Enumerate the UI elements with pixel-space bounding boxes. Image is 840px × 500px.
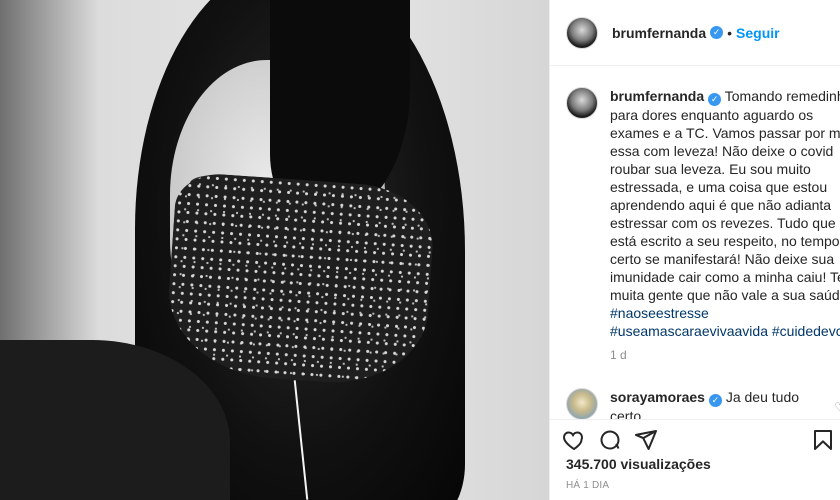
caption-line: essa com leveza! Não deixe o covid (610, 143, 834, 159)
verified-badge-icon: ✓ (710, 26, 724, 39)
post-header: brumfernanda ✓ • Seguir (550, 0, 840, 66)
caption-author-avatar[interactable] (566, 87, 598, 119)
action-bar (550, 419, 840, 459)
hashtag-link[interactable]: #naoseestresse (610, 305, 709, 321)
comment-text: sorayamoraes ✓ Ja deu tudo certo (610, 388, 810, 419)
author-username[interactable]: brumfernanda (612, 25, 706, 41)
comment-like-heart-icon[interactable]: ♡ (834, 400, 840, 414)
caption-line: roubar sua leveza. Eu sou muito (610, 161, 811, 177)
caption-text: brumfernanda ✓ Tomando remedinhos para do… (610, 87, 840, 340)
views-count[interactable]: 345.700 visualizações (566, 456, 711, 472)
caption-line: muita gente que não vale a sua saúde. (610, 287, 840, 303)
caption-line: está escrito a seu respeito, no tempo (610, 233, 840, 249)
hashtag-link[interactable]: #useamascaraevivaavida (610, 323, 768, 339)
caption-line: estressar com os revezes. Tudo que (610, 215, 836, 231)
caption-author-username[interactable]: brumfernanda (610, 88, 704, 104)
caption-line: estressada, e uma coisa que estou (610, 179, 828, 195)
verified-badge-icon: ✓ (708, 93, 722, 106)
commenter-username[interactable]: sorayamoraes (610, 389, 705, 405)
separator-dot: • (727, 24, 733, 41)
author-avatar[interactable] (566, 16, 598, 49)
comment-line: certo (610, 408, 642, 419)
comment-icon[interactable] (598, 428, 622, 452)
paper-plane-icon[interactable] (634, 428, 658, 452)
comments-area[interactable]: brumfernanda ✓ Tomando remedinhos para do… (550, 67, 840, 419)
caption-line: aprendendo aqui é que não adianta (610, 197, 832, 213)
post-photo[interactable] (0, 0, 549, 500)
post-timestamp[interactable]: HÁ 1 DIA (566, 480, 609, 491)
caption-age[interactable]: 1 d (610, 348, 840, 362)
caption-line: para dores enquanto aguardo os (610, 107, 814, 123)
comment-line: Ja deu tudo (725, 389, 800, 405)
caption-line: imunidade cair como a minha caiu! Tem (610, 269, 840, 285)
comment-item: sorayamoraes ✓ Ja deu tudo certo ♡ (550, 362, 840, 419)
caption-line: exames e a TC. Vamos passar por mais (610, 125, 840, 141)
bookmark-icon[interactable] (811, 428, 835, 452)
heart-icon[interactable] (562, 428, 586, 452)
verified-badge-icon: ✓ (708, 394, 722, 407)
caption-line: Tomando remedinhos (724, 88, 840, 104)
commenter-avatar[interactable] (566, 388, 598, 419)
caption-line: certo se manifestará! Não deixe sua (610, 251, 835, 267)
post-caption: brumfernanda ✓ Tomando remedinhos para do… (550, 67, 840, 340)
hashtag-link[interactable]: #cuidedevc (772, 323, 840, 339)
follow-button[interactable]: Seguir (736, 25, 780, 41)
post-side-panel: brumfernanda ✓ • Seguir brumfernanda ✓ To… (549, 0, 840, 500)
